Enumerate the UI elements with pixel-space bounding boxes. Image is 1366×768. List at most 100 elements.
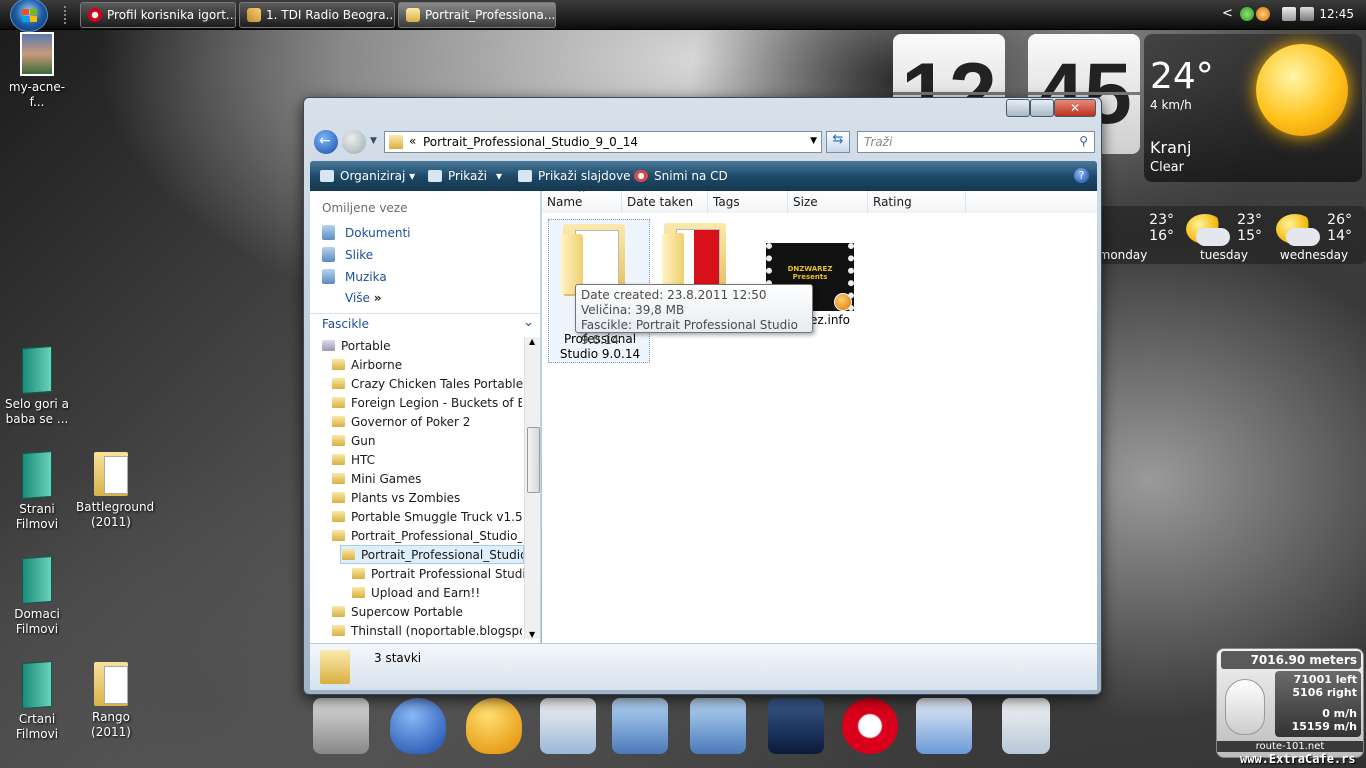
- back-button[interactable]: ←: [314, 130, 338, 154]
- search-icon[interactable]: ⚲: [1079, 134, 1088, 148]
- tree-item[interactable]: Portable: [322, 337, 390, 356]
- volume-icon[interactable]: [1300, 7, 1314, 21]
- tree-item[interactable]: Foreign Legion - Buckets of Bloo: [332, 394, 522, 413]
- folders-collapse-chevron-icon[interactable]: ⌄: [523, 315, 534, 330]
- views-dropdown-button[interactable]: ▾: [496, 169, 502, 183]
- favorite-link-documents[interactable]: Dokumenti: [322, 225, 410, 240]
- recent-pages-chevron-icon[interactable]: ▼: [370, 136, 377, 146]
- favorite-link-music[interactable]: Muzika: [322, 269, 387, 284]
- views-button[interactable]: Prikaži: [428, 169, 487, 183]
- taskbar-grip[interactable]: [64, 6, 70, 24]
- taskbar-button-opera[interactable]: Profil korisnika igort...: [80, 2, 236, 28]
- app-tray-icon[interactable]: [1256, 7, 1270, 21]
- breadcrumb-current[interactable]: Portrait_Professional_Studio_9_0_14: [423, 135, 638, 149]
- forecast-high: 23°: [1237, 212, 1262, 228]
- favorite-links-more[interactable]: Više »: [345, 291, 382, 305]
- forecast-high: 23°: [1149, 212, 1174, 228]
- forward-button[interactable]: [342, 130, 366, 154]
- desktop-icon-rango[interactable]: Rango (2011): [76, 662, 146, 740]
- folder-icon: [352, 568, 365, 579]
- recycle-bin-icon[interactable]: [1002, 698, 1050, 754]
- weather-wind: 4 km/h: [1150, 98, 1192, 112]
- folder-dock-icon[interactable]: [612, 698, 668, 754]
- desktop-icon-battleground[interactable]: Battleground (2011): [76, 452, 154, 530]
- breadcrumb-overflow[interactable]: «: [409, 134, 416, 148]
- minimize-button[interactable]: [1006, 99, 1030, 117]
- opera-icon[interactable]: [842, 698, 898, 754]
- tree-item[interactable]: Plants vs Zombies: [332, 489, 460, 508]
- music-icon: [322, 269, 335, 284]
- folders-heading[interactable]: Fascikle: [322, 317, 369, 331]
- tree-item[interactable]: HTC: [332, 451, 375, 470]
- tree-item[interactable]: Airborne: [332, 356, 402, 375]
- address-bar[interactable]: « Portrait_Professional_Studio_9_0_14 ▼: [384, 131, 822, 153]
- scroll-down-icon[interactable]: ▼: [529, 630, 535, 639]
- item-tooltip: Date created: 23.8.2011 12:50 Veličina: …: [575, 284, 813, 347]
- explorer-window: ✕ ← ▼ « Portrait_Professional_Studio_9_0…: [303, 97, 1102, 695]
- tree-item-selected[interactable]: Portrait_Professional_Studio_9: [340, 545, 524, 564]
- media-icon[interactable]: [768, 698, 824, 754]
- tree-item[interactable]: Mini Games: [332, 470, 421, 489]
- start-button[interactable]: [10, 0, 48, 32]
- tree-item[interactable]: Governor of Poker 2: [332, 413, 470, 432]
- column-header-size[interactable]: Size: [788, 191, 868, 213]
- folder-tree-scrollbar[interactable]: ▲ ▼: [524, 337, 540, 639]
- tree-item[interactable]: Portable Smuggle Truck v1.5: [332, 508, 523, 527]
- odometer-total: 7016.90 meters: [1221, 651, 1361, 669]
- documents-icon: [322, 225, 335, 240]
- column-header-date-taken[interactable]: Date taken: [622, 191, 708, 213]
- battery-icon[interactable]: [1282, 7, 1296, 21]
- folder-icon: [320, 650, 350, 684]
- desktop-icon-crtani-filmovi[interactable]: Crtani Filmovi: [2, 660, 72, 742]
- close-button[interactable]: ✕: [1054, 99, 1096, 117]
- desktop-icon-selo-gori[interactable]: Selo gori a baba se ...: [2, 345, 72, 427]
- tree-item[interactable]: Thinstall (noportable.blogspot.c: [332, 622, 522, 641]
- radio-icon: [247, 8, 261, 22]
- tree-item[interactable]: Portrait Professional Studio 9: [352, 565, 524, 584]
- mouse-odometer-gadget[interactable]: 7016.90 meters 71001 left 5106 right 0 m…: [1216, 648, 1364, 758]
- tree-item-label: Portrait Professional Studio 9: [371, 567, 524, 581]
- movie-folder-icon: [22, 450, 52, 500]
- refresh-button[interactable]: ⇆: [826, 131, 850, 153]
- organize-button[interactable]: Organiziraj ▾: [320, 169, 415, 183]
- desktop-icon-label: Domaci Filmovi: [14, 607, 60, 636]
- taskbar-button-radio[interactable]: 1. TDI Radio Beogra...: [239, 2, 395, 28]
- network-dock-icon[interactable]: [916, 698, 972, 754]
- tree-item-label: Supercow Portable: [351, 605, 463, 619]
- help-button[interactable]: ?: [1074, 168, 1089, 183]
- favorite-link-pictures[interactable]: Slike: [322, 247, 373, 262]
- tray-clock[interactable]: 12:45: [1319, 7, 1354, 21]
- desktop-icon-strani-filmovi[interactable]: Strani Filmovi: [2, 450, 72, 532]
- tree-item[interactable]: Crazy Chicken Tales Portable: [332, 375, 523, 394]
- maximize-button[interactable]: [1030, 99, 1054, 117]
- forecast-day: 23° 15° tuesday: [1182, 210, 1266, 262]
- tree-item[interactable]: Portrait_Professional_Studio_9_0: [332, 527, 522, 546]
- odometer-max-speed: 15159 m/h: [1291, 720, 1357, 733]
- scroll-up-icon[interactable]: ▲: [529, 337, 535, 346]
- tree-item[interactable]: Gun: [332, 432, 376, 451]
- dock-app-icon[interactable]: [313, 698, 369, 754]
- tree-item[interactable]: Upload and Earn!!: [352, 584, 480, 603]
- search-input[interactable]: Traži ⚲: [857, 131, 1095, 153]
- desktop-icon-photo[interactable]: my-acne-f...: [2, 32, 72, 110]
- network-icon[interactable]: [1240, 7, 1254, 21]
- scrollbar-thumb[interactable]: [527, 427, 540, 493]
- column-header-tags[interactable]: Tags: [708, 191, 788, 213]
- burn-button[interactable]: Snimi na CD: [634, 169, 728, 183]
- taskbar-button-explorer[interactable]: Portrait_Professiona...: [398, 2, 556, 28]
- warning-icon[interactable]: [466, 698, 522, 754]
- folder-dock-icon[interactable]: [690, 698, 746, 754]
- column-header-name[interactable]: Name ^: [542, 191, 622, 213]
- slideshow-button[interactable]: Prikaži slajdove: [518, 169, 631, 183]
- tooltip-date-created: Date created: 23.8.2011 12:50: [581, 288, 767, 302]
- sort-ascending-icon: ^: [578, 191, 586, 199]
- help-icon[interactable]: [390, 698, 446, 754]
- tree-item[interactable]: Supercow Portable: [332, 603, 463, 622]
- desktop-icon-domaci-filmovi[interactable]: Domaci Filmovi: [2, 555, 72, 637]
- document-icon[interactable]: [540, 698, 596, 754]
- column-header-rating[interactable]: Rating: [868, 191, 966, 213]
- slideshow-icon: [518, 170, 532, 182]
- weather-gadget[interactable]: 24° 4 km/h Kranj Clear: [1144, 34, 1362, 182]
- tray-expand-chevron[interactable]: <: [1222, 6, 1233, 21]
- address-dropdown-icon[interactable]: ▼: [810, 136, 817, 146]
